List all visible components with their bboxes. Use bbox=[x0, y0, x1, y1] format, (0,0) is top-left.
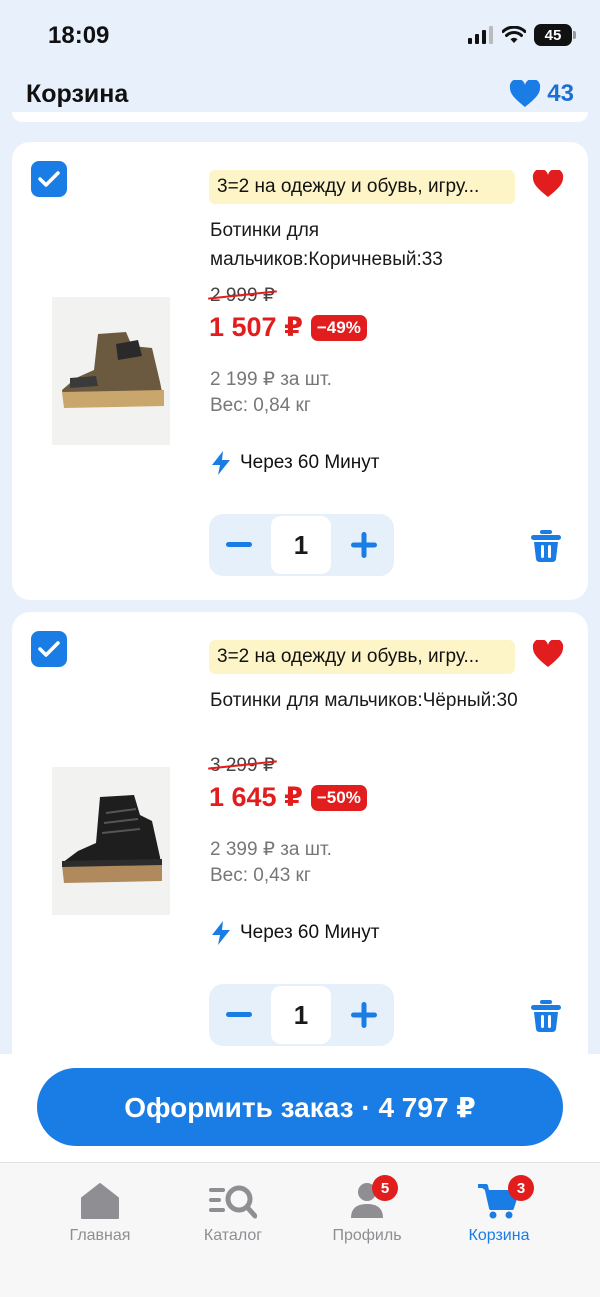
delivery-label: Через 60 Минут bbox=[240, 452, 380, 473]
wifi-icon bbox=[502, 26, 526, 43]
checkout-bar: Оформить заказ · 4 797 ₽ bbox=[0, 1054, 600, 1162]
tab-bar: Главная Каталог 5 Профиль 3 Корзина bbox=[0, 1162, 600, 1297]
home-icon bbox=[81, 1183, 119, 1219]
product-name[interactable]: Ботинки для мальчиков:Коричневый:33 bbox=[210, 216, 550, 274]
tab-home[interactable]: Главная bbox=[35, 1181, 165, 1245]
promo-badge[interactable]: 3=2 на одежду и обувь, игру... bbox=[209, 640, 515, 674]
favorites-count: 43 bbox=[547, 80, 574, 107]
tab-icon-wrap bbox=[80, 1181, 120, 1221]
tab-label: Корзина bbox=[468, 1227, 530, 1244]
status-icons: 45 bbox=[468, 24, 576, 46]
heart-icon bbox=[532, 168, 564, 197]
tab-catalog[interactable]: Каталог bbox=[168, 1181, 298, 1245]
checkout-button[interactable]: Оформить заказ · 4 797 ₽ bbox=[37, 1068, 563, 1146]
delivery-label: Через 60 Минут bbox=[240, 922, 380, 943]
item-checkbox[interactable] bbox=[31, 631, 67, 667]
quantity-value[interactable]: 1 bbox=[271, 986, 331, 1044]
heart-icon bbox=[510, 80, 541, 107]
increase-button[interactable] bbox=[334, 984, 394, 1046]
tab-label: Профиль bbox=[332, 1227, 402, 1244]
quantity-value[interactable]: 1 bbox=[271, 516, 331, 574]
decrease-button[interactable] bbox=[209, 984, 269, 1046]
checkmark-icon bbox=[38, 641, 60, 657]
tab-label: Каталог bbox=[203, 1227, 263, 1244]
like-button[interactable] bbox=[532, 638, 564, 673]
discount-badge: −50% bbox=[310, 784, 367, 811]
cart-item-card: 3=2 на одежду и обувь, игру... Ботинки д… bbox=[12, 612, 588, 1070]
plus-icon bbox=[351, 1002, 377, 1028]
unit-price: 2 399 ₽ за шт. bbox=[210, 839, 332, 860]
product-image[interactable] bbox=[52, 297, 170, 445]
minus-icon bbox=[226, 1012, 252, 1017]
favorites-button[interactable]: 43 bbox=[509, 80, 574, 108]
promo-badge[interactable]: 3=2 на одежду и обувь, игру... bbox=[209, 170, 515, 204]
tab-icon-wrap: 3 bbox=[478, 1175, 534, 1221]
boot-icon bbox=[62, 795, 162, 883]
price-row: 1 645 ₽ −50% bbox=[209, 782, 367, 813]
tab-icon-wrap bbox=[209, 1181, 257, 1221]
tab-icon-wrap: 5 bbox=[350, 1175, 398, 1221]
weight: Вес: 0,43 кг bbox=[210, 865, 311, 886]
tab-profile[interactable]: 5 Профиль bbox=[302, 1175, 432, 1245]
delete-button[interactable] bbox=[530, 1000, 562, 1037]
price-row: 1 507 ₽ −49% bbox=[209, 312, 367, 343]
lightning-icon bbox=[212, 451, 230, 475]
page-title: Корзина bbox=[26, 80, 129, 108]
cart-item-card: 3=2 на одежду и обувь, игру... Ботинки д… bbox=[12, 142, 588, 600]
plus-icon bbox=[351, 532, 377, 558]
notification-badge: 5 bbox=[372, 1175, 398, 1201]
tab-cart[interactable]: 3 Корзина bbox=[434, 1175, 564, 1245]
heart-icon bbox=[532, 638, 564, 667]
trash-icon bbox=[531, 1000, 561, 1032]
current-price: 1 645 ₽ bbox=[209, 782, 303, 812]
product-name[interactable]: Ботинки для мальчиков:Чёрный:30 bbox=[210, 686, 550, 715]
status-time: 18:09 bbox=[48, 22, 110, 49]
discount-badge: −49% bbox=[310, 314, 367, 341]
increase-button[interactable] bbox=[334, 514, 394, 576]
trash-icon bbox=[531, 530, 561, 562]
quantity-stepper: 1 bbox=[209, 984, 394, 1046]
product-image[interactable] bbox=[52, 767, 170, 915]
old-price: 2 999 ₽ bbox=[208, 284, 277, 307]
delete-button[interactable] bbox=[530, 530, 562, 567]
like-button[interactable] bbox=[532, 168, 564, 203]
catalog-search-icon bbox=[209, 1185, 257, 1219]
cart-count-badge: 3 bbox=[508, 1175, 534, 1201]
unit-price: 2 199 ₽ за шт. bbox=[210, 369, 332, 390]
delivery-time: Через 60 Минут bbox=[210, 920, 380, 946]
current-price: 1 507 ₽ bbox=[209, 312, 303, 342]
status-bar: 18:09 45 bbox=[0, 0, 600, 76]
delivery-time: Через 60 Минут bbox=[210, 450, 380, 476]
decrease-button[interactable] bbox=[209, 514, 269, 576]
battery-indicator: 45 bbox=[534, 24, 576, 46]
signal-icon bbox=[468, 26, 493, 44]
minus-icon bbox=[226, 542, 252, 547]
checkmark-icon bbox=[38, 171, 60, 187]
weight: Вес: 0,84 кг bbox=[210, 395, 311, 416]
old-price: 3 299 ₽ bbox=[208, 754, 277, 777]
header-divider bbox=[12, 112, 588, 122]
lightning-icon bbox=[212, 921, 230, 945]
item-checkbox[interactable] bbox=[31, 161, 67, 197]
tab-label: Главная bbox=[69, 1227, 131, 1244]
boot-icon bbox=[62, 332, 164, 408]
quantity-stepper: 1 bbox=[209, 514, 394, 576]
